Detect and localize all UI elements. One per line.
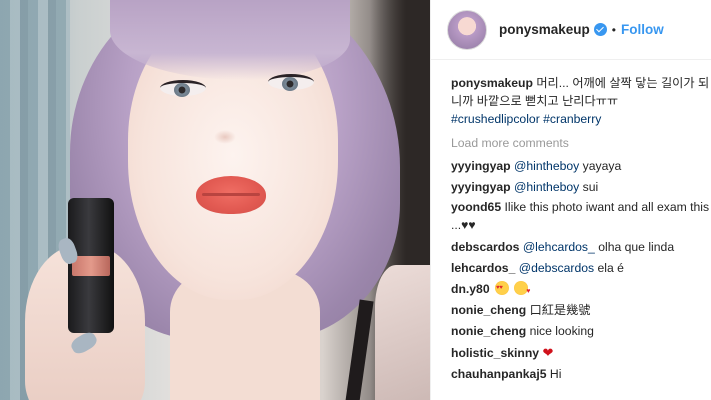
comment-mention[interactable]: @hintheboy xyxy=(514,180,579,194)
comment-username[interactable]: chauhanpankaj5 xyxy=(451,367,547,381)
comment-row: yoond65 Ilike this photo iwant and all e… xyxy=(451,198,711,234)
comment-username[interactable]: holistic_skinny xyxy=(451,346,539,360)
avatar[interactable] xyxy=(447,9,487,50)
comment-text: yayaya xyxy=(582,159,622,173)
comment-row: yyyingyap @hintheboy yayaya xyxy=(451,156,711,177)
heart-eyes-emoji-icon xyxy=(495,278,510,299)
comment-mention[interactable]: @debscardos xyxy=(519,261,594,275)
separator-dot: • xyxy=(611,22,616,37)
red-heart-emoji-icon: ❤ xyxy=(542,345,554,360)
comment-row: nonie_cheng nice looking xyxy=(451,321,711,342)
comment-row: nonie_cheng 口紅是幾號 xyxy=(451,300,711,321)
comment-text: Hi xyxy=(549,367,562,381)
comment-text: 口紅是幾號 xyxy=(529,303,591,317)
kissing-heart-emoji-icon xyxy=(514,281,530,302)
hashtag-link[interactable]: #crushedlipcolor xyxy=(451,112,540,126)
comment-username[interactable]: dn.y80 xyxy=(451,282,490,296)
comment-username[interactable]: yyyingyap xyxy=(451,159,511,173)
comment-username[interactable]: nonie_cheng xyxy=(451,324,526,338)
comment-mention[interactable]: @hintheboy xyxy=(514,159,579,173)
comment-text: ela é xyxy=(597,261,624,275)
post-header: ponysmakeup • Follow xyxy=(431,0,711,60)
comment-username[interactable]: lehcardos_ xyxy=(451,261,515,275)
comments-list: ponysmakeup 머리... 어깨에 살짝 닿는 길이가 되니까 바깥으로… xyxy=(431,60,711,385)
comment-row: holistic_skinny ❤ xyxy=(451,342,711,364)
comment-username[interactable]: yoond65 xyxy=(451,200,501,214)
comment-text: nice looking xyxy=(529,324,594,338)
comment-row: debscardos @lehcardos_ olha que linda xyxy=(451,237,711,258)
nose xyxy=(214,130,236,144)
comment-row: chauhanpankaj5 Hi xyxy=(451,364,711,385)
comment-username[interactable]: debscardos xyxy=(451,240,519,254)
red-lips xyxy=(196,176,266,214)
right-eye xyxy=(268,74,314,91)
lipstick-color-band xyxy=(72,256,110,276)
comment-row: yyyingyap @hintheboy sui xyxy=(451,177,711,198)
comment-row: lehcardos_ @debscardos ela é xyxy=(451,258,711,279)
post-photo[interactable] xyxy=(0,0,430,400)
comment-row: dn.y80 xyxy=(451,278,711,302)
left-eye xyxy=(160,80,206,97)
hashtag-link[interactable]: #cranberry xyxy=(543,112,601,126)
comment-username[interactable]: nonie_cheng xyxy=(451,303,526,317)
caption-username[interactable]: ponysmakeup xyxy=(451,76,533,90)
follow-button[interactable]: Follow xyxy=(621,22,664,37)
comment-text: olha que linda xyxy=(598,240,675,254)
comment-mention[interactable]: @lehcardos_ xyxy=(523,240,595,254)
post-caption: ponysmakeup 머리... 어깨에 살짝 닿는 길이가 되니까 바깥으로… xyxy=(451,74,711,128)
header-username[interactable]: ponysmakeup xyxy=(499,22,590,37)
post-side-panel: ponysmakeup • Follow ponysmakeup 머리... 어… xyxy=(430,0,711,400)
jacket xyxy=(375,265,430,400)
load-more-comments-link[interactable]: Load more comments xyxy=(451,134,711,152)
verified-badge-icon xyxy=(593,23,607,36)
comment-username[interactable]: yyyingyap xyxy=(451,180,511,194)
comment-text: sui xyxy=(582,180,599,194)
